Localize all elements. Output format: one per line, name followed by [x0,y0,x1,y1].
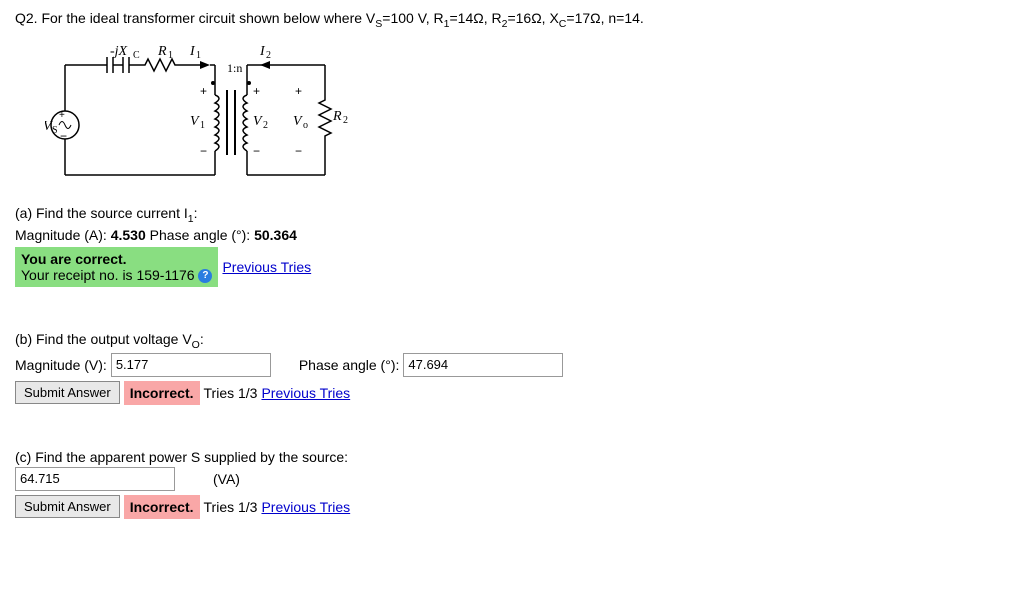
svg-text:V: V [293,114,303,129]
svg-text:I: I [259,44,266,59]
q-text: =100 V, R [382,10,443,26]
part-a-answer: Magnitude (A): 4.530 Phase angle (°): 50… [15,227,1009,243]
svg-text:+: + [200,84,207,98]
part-b-text: (b) Find the output voltage V [15,331,192,347]
part-b-colon: : [200,331,204,347]
q-text: =14Ω, R [450,10,502,26]
q-text: Q2. For the ideal transformer circuit sh… [15,10,375,26]
correct-feedback: You are correct. Your receipt no. is 159… [15,247,218,287]
svg-text:−: − [200,144,207,158]
phase-label: Phase angle (°): [146,227,254,243]
part-b-label: (b) Find the output voltage VO: [15,331,1009,351]
svg-text:R: R [332,109,342,124]
previous-tries-link[interactable]: Previous Tries [222,259,311,275]
circuit-diagram: -jX C R 1 I 1 I 2 1:n + − V S [45,40,365,190]
svg-text:-jX: -jX [110,44,128,59]
svg-text:+: + [253,84,260,98]
svg-text:C: C [133,50,140,61]
q-text: =16Ω, X [507,10,558,26]
svg-text:1: 1 [196,50,201,61]
svg-text:−: − [295,144,302,158]
svg-text:V: V [190,114,200,129]
part-c-inputs: (VA) [15,467,1009,491]
submit-button-c[interactable]: Submit Answer [15,495,120,518]
svg-text:+: + [295,84,302,98]
circuit-svg: -jX C R 1 I 1 I 2 1:n + − V S [45,40,365,190]
part-a-text: (a) Find the source current I [15,205,188,221]
submit-button-b[interactable]: Submit Answer [15,381,120,404]
svg-text:R: R [157,44,167,59]
part-b-sub: O [192,339,200,351]
power-input-c[interactable] [15,467,175,491]
receipt-text: Your receipt no. is 159-1176 [21,267,195,283]
svg-text:o: o [303,120,308,131]
mag-label: Magnitude (A): [15,227,111,243]
svg-text:V: V [253,114,263,129]
part-c-controls: Submit Answer Incorrect. Tries 1/3 Previ… [15,495,1009,519]
svg-text:+: + [59,110,65,121]
part-b-inputs: Magnitude (V): Phase angle (°): [15,353,1009,377]
svg-text:1:n: 1:n [227,61,242,75]
correct-text: You are correct. [21,251,212,267]
svg-text:−: − [253,144,260,158]
svg-text:I: I [189,44,196,59]
svg-text:1: 1 [200,120,205,131]
svg-text:−: − [60,129,67,143]
phase-input-b[interactable] [403,353,563,377]
tries-text-b: Tries 1/3 [204,385,258,401]
svg-text:2: 2 [266,50,271,61]
phase-value: 50.364 [254,227,297,243]
svg-text:S: S [52,125,58,136]
part-a-feedback: You are correct. Your receipt no. is 159… [15,247,1009,287]
previous-tries-link-b[interactable]: Previous Tries [261,385,350,401]
part-c-label: (c) Find the apparent power S supplied b… [15,449,1009,465]
q-text: =17Ω, n=14. [566,10,643,26]
incorrect-badge-b: Incorrect. [124,381,200,405]
mag-label-b: Magnitude (V): [15,357,107,373]
unit-label-c: (VA) [213,471,240,487]
previous-tries-link-c[interactable]: Previous Tries [261,499,350,515]
phase-label-b: Phase angle (°): [299,357,400,373]
part-b-controls: Submit Answer Incorrect. Tries 1/3 Previ… [15,381,1009,405]
tries-text-c: Tries 1/3 [204,499,258,515]
question-text: Q2. For the ideal transformer circuit sh… [15,10,1009,30]
part-a-colon: : [194,205,198,221]
mag-value: 4.530 [111,227,146,243]
part-a-label: (a) Find the source current I1: [15,205,1009,225]
svg-text:2: 2 [343,115,348,126]
incorrect-badge-c: Incorrect. [124,495,200,519]
magnitude-input-b[interactable] [111,353,271,377]
help-icon[interactable]: ? [198,269,212,283]
svg-text:2: 2 [263,120,268,131]
